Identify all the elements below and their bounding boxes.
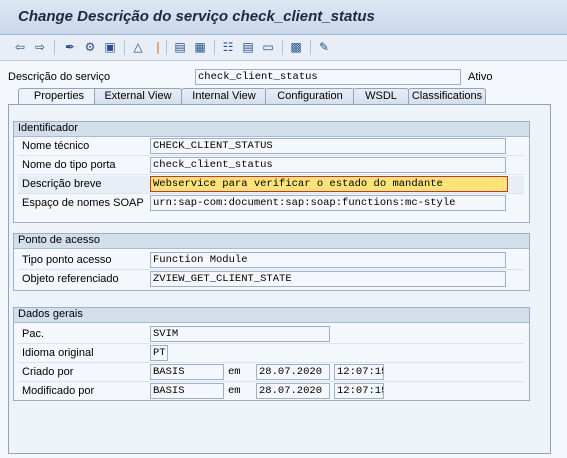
- package-label: Pac.: [22, 328, 45, 340]
- form-row: Modificado por BASIS em 28.07.2020 12:07…: [18, 383, 524, 400]
- display-change-icon[interactable]: ▣: [102, 39, 118, 55]
- tab-external-view[interactable]: External View: [94, 88, 182, 104]
- toolbar-separator: [214, 40, 215, 55]
- navigation-window-icon[interactable]: ▦: [192, 39, 208, 55]
- group-header: Ponto de acesso: [14, 234, 529, 249]
- title-bar: Change Descrição do serviço check_client…: [0, 0, 567, 35]
- changed-by-field[interactable]: BASIS: [150, 383, 224, 399]
- form-row: Pac. SVIM: [18, 326, 524, 344]
- access-point-type-label: Tipo ponto acesso: [22, 254, 112, 266]
- form-row: Objeto referenciado ZVIEW_GET_CLIENT_STA…: [18, 271, 524, 288]
- technical-name-label: Nome técnico: [22, 140, 90, 152]
- toolbar-separator: [166, 40, 167, 55]
- service-description-field[interactable]: check_client_status: [195, 69, 461, 85]
- changed-time-field[interactable]: 12:07:15: [334, 383, 384, 399]
- help-icon[interactable]: ✎: [316, 39, 332, 55]
- other-object-icon[interactable]: ⚙: [82, 39, 98, 55]
- created-time-field[interactable]: 12:07:15: [334, 364, 384, 380]
- ponto-de-acesso-group: Ponto de acesso Tipo ponto acesso Functi…: [13, 233, 530, 291]
- group-header: Identificador: [14, 122, 529, 137]
- toolbar-separator: [282, 40, 283, 55]
- original-language-field[interactable]: PT: [150, 345, 168, 361]
- status-text: Ativo: [468, 71, 493, 83]
- short-description-input[interactable]: Webservice para verificar o estado do ma…: [150, 176, 508, 192]
- tab-wsdl[interactable]: WSDL: [353, 88, 409, 104]
- object-list-icon[interactable]: ▤: [172, 39, 188, 55]
- referenced-object-field[interactable]: ZVIEW_GET_CLIENT_STATE: [150, 271, 506, 287]
- hierarchy-icon[interactable]: ☷: [220, 39, 236, 55]
- short-description-label: Descrição breve: [22, 178, 102, 190]
- changed-on-label: em: [228, 385, 241, 397]
- form-row: Criado por BASIS em 28.07.2020 12:07:15: [18, 364, 524, 382]
- tab-internal-view[interactable]: Internal View: [181, 88, 267, 104]
- application-toolbar: ⇦ ⇨ ✒ ⚙ ▣ △ ❘ ▤ ▦ ☷ ▤ ▭ ▩ ✎: [0, 35, 567, 61]
- changed-by-label: Modificado por: [22, 385, 95, 397]
- dados-gerais-group: Dados gerais Pac. SVIM Idioma original P…: [13, 307, 530, 401]
- activate-icon[interactable]: ❘: [150, 39, 166, 55]
- tab-configuration[interactable]: Configuration: [265, 88, 355, 104]
- port-type-field[interactable]: check_client_status: [150, 157, 506, 173]
- form-row: Espaço de nomes SOAP urn:sap-com:documen…: [18, 195, 524, 212]
- port-type-label: Nome do tipo porta: [22, 159, 116, 171]
- form-row: Descrição breve Webservice para verifica…: [18, 176, 524, 194]
- created-by-label: Criado por: [22, 366, 74, 378]
- tab-classifications[interactable]: Classifications: [408, 88, 486, 104]
- forward-icon[interactable]: ⇨: [32, 39, 48, 55]
- package-field[interactable]: SVIM: [150, 326, 330, 342]
- form-row: Nome do tipo porta check_client_status: [18, 157, 524, 175]
- soap-namespace-field[interactable]: urn:sap-com:document:sap:soap:functions:…: [150, 195, 506, 211]
- access-point-type-field[interactable]: Function Module: [150, 252, 506, 268]
- properties-panel: Identificador Nome técnico CHECK_CLIENT_…: [8, 104, 551, 454]
- window-title: Change Descrição do serviço check_client…: [18, 8, 375, 25]
- edit-toggle-icon[interactable]: ✒: [62, 39, 78, 55]
- soap-namespace-label: Espaço de nomes SOAP: [22, 197, 144, 209]
- created-by-field[interactable]: BASIS: [150, 364, 224, 380]
- toolbar-separator: [310, 40, 311, 55]
- back-icon[interactable]: ⇦: [12, 39, 28, 55]
- service-description-label: Descrição do serviço: [8, 71, 111, 83]
- created-date-field[interactable]: 28.07.2020: [256, 364, 330, 380]
- where-used-icon[interactable]: △: [130, 39, 146, 55]
- toolbar-separator: [54, 40, 55, 55]
- referenced-object-label: Objeto referenciado: [22, 273, 119, 285]
- form-row: Nome técnico CHECK_CLIENT_STATUS: [18, 138, 524, 156]
- layout-icon[interactable]: ▤: [240, 39, 256, 55]
- form-row: Idioma original PT: [18, 345, 524, 363]
- technical-name-field[interactable]: CHECK_CLIENT_STATUS: [150, 138, 506, 154]
- tab-properties[interactable]: Properties: [18, 88, 100, 105]
- changed-date-field[interactable]: 28.07.2020: [256, 383, 330, 399]
- created-on-label: em: [228, 366, 241, 378]
- info-icon[interactable]: ▭: [260, 39, 276, 55]
- toolbar-separator: [124, 40, 125, 55]
- group-header: Dados gerais: [14, 308, 529, 323]
- form-row: Tipo ponto acesso Function Module: [18, 252, 524, 270]
- original-language-label: Idioma original: [22, 347, 94, 359]
- identificador-group: Identificador Nome técnico CHECK_CLIENT_…: [13, 121, 530, 223]
- print-icon[interactable]: ▩: [288, 39, 304, 55]
